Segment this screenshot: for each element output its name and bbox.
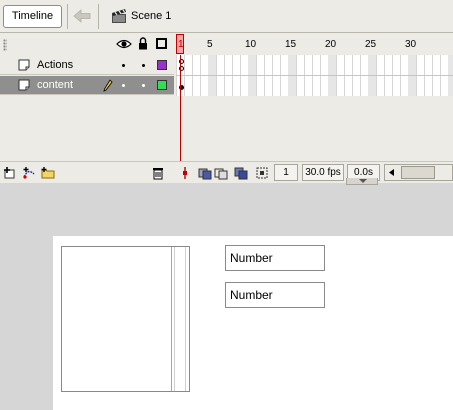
delete-layer-icon[interactable] [151, 166, 165, 180]
number-input-1[interactable]: Number [225, 245, 325, 271]
modify-onion-markers-icon[interactable] [255, 166, 269, 180]
layer-name[interactable]: Actions [37, 59, 73, 71]
layer-outline-swatch[interactable] [157, 80, 167, 90]
insert-folder-icon[interactable] [41, 166, 55, 180]
list-scrollbar[interactable] [171, 247, 189, 391]
frame-label: 30 [405, 39, 417, 50]
layer-outline-swatch[interactable] [157, 60, 167, 70]
layer-row-actions[interactable]: Actions [0, 56, 174, 75]
list-component[interactable] [61, 246, 190, 392]
add-motion-guide-icon[interactable] [22, 166, 36, 180]
eye-icon[interactable] [116, 39, 132, 49]
layer-row-content[interactable]: content [0, 76, 174, 95]
center-frame-icon[interactable] [178, 166, 192, 180]
scrollbar-thumb[interactable] [401, 166, 435, 179]
frame-ruler[interactable]: 5 10 15 20 25 30 [174, 33, 453, 55]
frame-label: 10 [245, 39, 257, 50]
onion-skin-outlines-icon[interactable] [214, 166, 228, 180]
frame-label: 5 [207, 39, 213, 50]
collapse-arrow-icon [359, 179, 367, 183]
playhead-line [180, 55, 181, 161]
layer-divider [176, 75, 453, 76]
divider [67, 4, 68, 29]
number-input-2[interactable]: Number [225, 282, 325, 308]
frame-rate-display[interactable]: 30.0 fps [302, 164, 344, 181]
scrollbar-track [174, 247, 186, 391]
lock-dot[interactable] [142, 64, 145, 67]
layer-header [0, 33, 174, 55]
edit-bar: Timeline Scene 1 [0, 0, 453, 33]
lock-icon[interactable] [138, 37, 148, 50]
playhead-frame-number: 1 [178, 39, 184, 50]
edit-multiple-frames-icon[interactable] [234, 166, 248, 180]
frame-label: 25 [365, 39, 377, 50]
visibility-dot[interactable] [122, 64, 125, 67]
timeline-toolbar: 1 30.0 fps 0.0s [0, 161, 453, 183]
scroll-left-arrow-icon[interactable] [388, 168, 396, 177]
frame-label: 20 [325, 39, 337, 50]
visibility-dot[interactable] [122, 84, 125, 87]
outline-icon[interactable] [156, 38, 167, 49]
scene-name[interactable]: Scene 1 [131, 10, 171, 22]
timeline-toggle-button[interactable]: Timeline [3, 5, 62, 28]
timeline-horizontal-scrollbar[interactable] [384, 164, 453, 181]
layer-icon [18, 59, 30, 71]
insert-layer-icon[interactable] [3, 166, 17, 180]
layer-name[interactable]: content [37, 79, 73, 91]
clapperboard-icon [112, 9, 126, 23]
pencil-icon [103, 79, 113, 92]
timeline-panel: Actions content 5 10 15 20 25 30 1 1 30.… [0, 33, 453, 183]
panel-resize-handle[interactable] [346, 178, 378, 185]
divider [98, 4, 99, 29]
frame-label: 15 [285, 39, 297, 50]
onion-skin-icon[interactable] [198, 166, 212, 180]
current-frame-display: 1 [274, 164, 298, 181]
layer-icon [18, 79, 30, 91]
panel-grip-icon[interactable] [3, 39, 7, 51]
lock-dot[interactable] [142, 84, 145, 87]
left-arrow-icon[interactable] [73, 9, 91, 23]
